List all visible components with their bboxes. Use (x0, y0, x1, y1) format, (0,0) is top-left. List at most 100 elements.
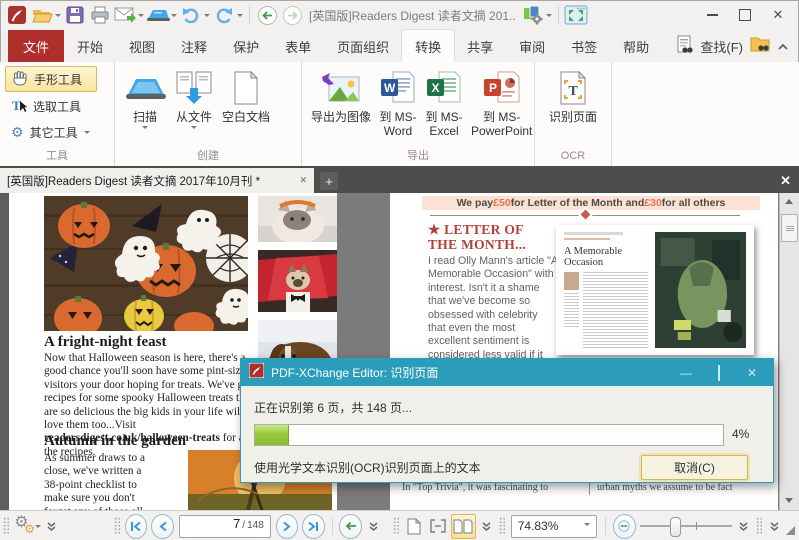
find-document-icon[interactable] (676, 35, 694, 58)
hand-tool-button[interactable]: 手形工具 (5, 66, 97, 92)
zoom-slider[interactable] (640, 515, 732, 537)
blank-doc-button[interactable]: 空白文档 (218, 64, 274, 124)
fullscreen-button[interactable] (564, 3, 588, 27)
open-dropdown-caret[interactable] (55, 14, 61, 20)
letter-heading-line2: THE MONTH... (428, 237, 526, 252)
document-tab-close-icon[interactable]: ✕ (299, 175, 307, 186)
scan-create-button[interactable]: 扫描 (120, 64, 170, 132)
theme-dropdown-caret[interactable] (546, 14, 552, 20)
zoom-level-select[interactable]: 74.83% (511, 515, 598, 538)
tab-organize[interactable]: 页面组织 (324, 30, 402, 62)
undo-button[interactable] (179, 3, 203, 27)
ocr-icon: T (557, 66, 589, 110)
status-options-button[interactable]: ⚙⚙ (12, 515, 35, 537)
find-label[interactable]: 查找(F) (700, 37, 743, 56)
tab-home[interactable]: 开始 (64, 30, 116, 62)
to-excel-button[interactable]: X 到 MS- Excel (421, 64, 467, 138)
previous-view-button[interactable] (339, 514, 361, 539)
search-folder-icon[interactable] (749, 35, 771, 57)
dialog-title-bar[interactable]: PDF-XChange Editor: 识别页面 — ✕ (241, 359, 773, 386)
forward-button[interactable] (280, 3, 304, 27)
page-footer-left: In "Top Trivia", it was fascinating to (402, 482, 548, 493)
tab-share[interactable]: 共享 (454, 30, 506, 62)
page-number-input[interactable]: 7 / 148 (179, 515, 271, 538)
statusbar-separator (332, 517, 333, 535)
tab-bookmarks[interactable]: 书签 (558, 30, 610, 62)
first-page-button[interactable] (125, 514, 147, 539)
email-dropdown-caret[interactable] (138, 14, 144, 20)
from-file-caret (191, 126, 197, 132)
article-headline-1: A fright-night feast (44, 334, 167, 351)
scroll-up-button[interactable] (781, 194, 797, 209)
zoom-overflow-chevron-icon[interactable] (738, 521, 749, 532)
select-cursor-icon: T (11, 97, 27, 116)
dialog-close-button[interactable]: ✕ (739, 366, 765, 380)
print-button[interactable] (88, 3, 112, 27)
zoom-slider-track[interactable] (640, 525, 732, 527)
from-file-button[interactable]: 从文件 (170, 64, 218, 132)
tab-protect[interactable]: 保护 (220, 30, 272, 62)
nav-grip[interactable] (114, 517, 120, 535)
save-button[interactable] (63, 3, 87, 27)
tab-help[interactable]: 帮助 (610, 30, 662, 62)
tab-form[interactable]: 表单 (272, 30, 324, 62)
close-button[interactable]: ✕ (762, 2, 794, 28)
right-grip[interactable] (756, 517, 762, 535)
dialog-minimize-button[interactable]: — (673, 366, 699, 380)
minimize-button[interactable] (696, 2, 728, 28)
select-tool-button[interactable]: T 选取工具 (5, 94, 97, 118)
tab-bar-close-button[interactable]: ✕ (780, 173, 791, 189)
other-tools-button[interactable]: ⚙ 其它工具 (5, 120, 97, 144)
open-button[interactable] (30, 3, 54, 27)
redo-button[interactable] (212, 3, 236, 27)
fit-width-button[interactable] (427, 515, 449, 538)
tab-review[interactable]: 审阅 (506, 30, 558, 62)
ribbon: 手形工具 T 选取工具 ⚙ 其它工具 工具 扫描 (0, 62, 799, 167)
toolbar-grip[interactable] (3, 517, 9, 535)
new-tab-button[interactable]: + (320, 172, 338, 190)
nav-overflow-chevron-icon[interactable] (368, 521, 379, 532)
maximize-button[interactable] (729, 2, 761, 28)
collapse-ribbon-chevron-icon[interactable] (777, 39, 789, 54)
back-button[interactable] (255, 3, 279, 27)
email-button[interactable] (113, 3, 137, 27)
status-options-caret[interactable] (35, 525, 41, 531)
from-file-icon (174, 66, 214, 110)
undo-dropdown-caret[interactable] (204, 14, 210, 20)
zoom-out-button[interactable] (613, 514, 635, 539)
group-ocr-caption: OCR (540, 149, 606, 166)
tab-view[interactable]: 视图 (116, 30, 168, 62)
previous-page-button[interactable] (151, 514, 173, 539)
resize-corner-handle[interactable] (786, 526, 795, 535)
document-tab[interactable]: [英国版]Readers Digest 读者文摘 2017年10月刊 * ✕ (0, 168, 314, 193)
vertical-scrollbar[interactable] (779, 193, 799, 510)
zoom-slider-thumb[interactable] (670, 517, 681, 537)
tab-comment[interactable]: 注释 (168, 30, 220, 62)
scan-button[interactable] (146, 3, 170, 27)
dialog-maximize-button[interactable] (706, 366, 732, 380)
scan-dropdown-caret[interactable] (171, 14, 177, 20)
view-grip[interactable] (393, 517, 399, 535)
to-word-button[interactable]: W 到 MS- Word (375, 64, 421, 138)
next-page-button[interactable] (276, 514, 298, 539)
ocr-pages-button[interactable]: T 识别页面 (545, 64, 601, 124)
zoom-grip[interactable] (499, 517, 505, 535)
cancel-button[interactable]: 取消(C) (641, 455, 748, 480)
export-image-button[interactable]: 导出为图像 (307, 64, 375, 124)
redo-dropdown-caret[interactable] (237, 14, 243, 20)
tab-file[interactable]: 文件 (8, 30, 64, 62)
far-right-chevron-icon[interactable] (769, 521, 780, 532)
last-page-button[interactable] (302, 514, 324, 539)
single-page-view-button[interactable] (403, 515, 425, 538)
scan-caret (142, 126, 148, 132)
scrollbar-thumb[interactable] (781, 214, 798, 242)
scroll-down-button[interactable] (781, 493, 797, 508)
view-overflow-chevron-icon[interactable] (481, 521, 492, 532)
two-page-view-button[interactable] (451, 514, 475, 539)
article-body-1-text: Now that Halloween season is here, there… (44, 352, 253, 431)
tab-convert[interactable]: 转换 (402, 30, 454, 62)
to-powerpoint-button[interactable]: P 到 MS- PowerPoint (467, 64, 536, 138)
expand-toolbar-chevron-icon[interactable] (46, 521, 57, 532)
theme-icon[interactable] (521, 3, 545, 27)
gear-icon: ⚙ (11, 125, 24, 139)
